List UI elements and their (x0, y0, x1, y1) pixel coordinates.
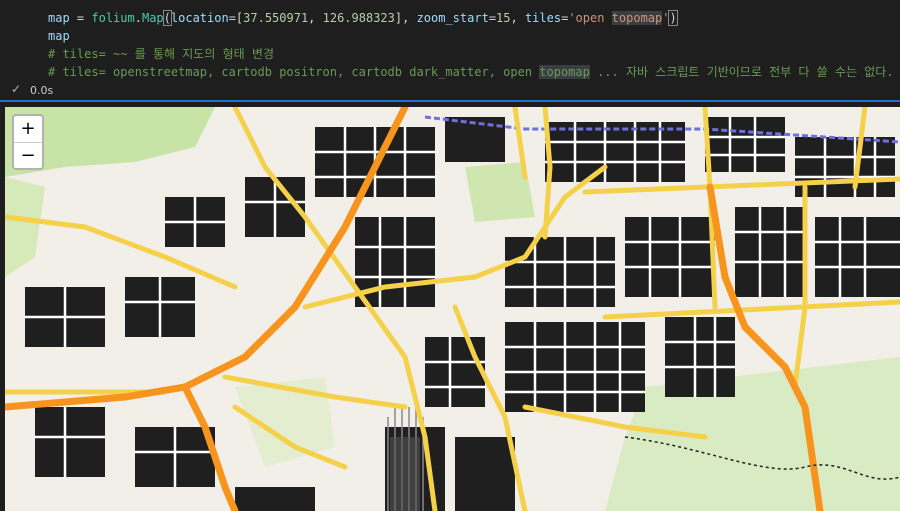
code-line-3[interactable]: 3 # tiles= ~~ 를 통해 지도의 형태 변경 (0, 45, 900, 63)
check-icon: ✓ (11, 82, 22, 96)
park-area (5, 177, 45, 277)
map-view[interactable] (5, 107, 900, 511)
code-line-1[interactable]: 1 map = folium.Map(location=[37.550971, … (0, 9, 900, 27)
code-line-4[interactable]: 4 # tiles= openstreetmap, cartodb positr… (0, 63, 900, 81)
zoom-in-button[interactable]: + (14, 116, 42, 143)
code-comment: # tiles= ~~ 를 통해 지도의 형태 변경 (48, 47, 274, 61)
code-line-2[interactable]: 2 map (0, 27, 900, 45)
park-area (605, 357, 900, 511)
code-text: map (48, 29, 70, 43)
execution-time: 0.0s (30, 84, 54, 97)
park-area (235, 377, 335, 467)
cell-status-bar: ✓ 0.0s (0, 80, 900, 100)
station-platform (390, 437, 420, 511)
zoom-out-button[interactable]: − (14, 143, 42, 169)
cell-divider (0, 100, 900, 102)
code-editor[interactable]: 1 map = folium.Map(location=[37.550971, … (0, 0, 900, 80)
map-tiles[interactable] (5, 107, 900, 511)
zoom-control: + − (12, 114, 44, 170)
code-comment: # tiles= openstreetmap, cartodb positron… (48, 65, 894, 79)
code-text: map = folium.Map(location=[37.550971, 12… (48, 10, 678, 26)
